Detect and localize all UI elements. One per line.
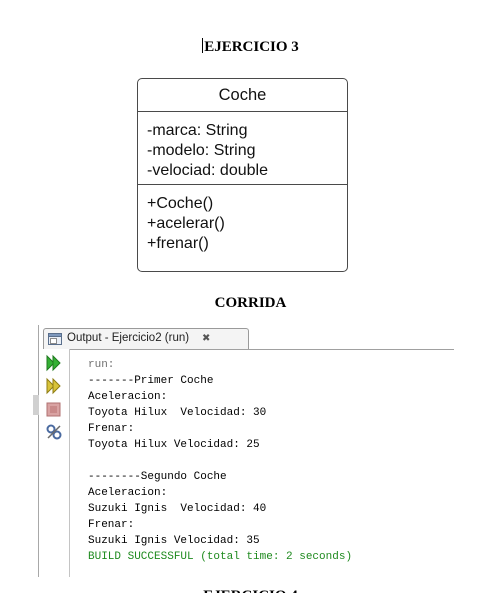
rerun-with-options-icon[interactable] (45, 377, 63, 395)
output-window-icon (48, 332, 63, 349)
output-panel: Output - Ejercicio2 (run) ✖ run: -------… (33, 325, 454, 577)
console-line: Frenar: (88, 423, 135, 435)
uml-method: +Coche() (147, 195, 214, 212)
uml-attribute: -marca: String (147, 122, 248, 139)
console-line: --------Segundo Coche (88, 471, 227, 483)
output-toolbar (39, 349, 70, 577)
exercise-heading: EJERCICIO 3 (0, 38, 501, 56)
uml-attribute: -velociad: double (147, 162, 268, 179)
console-line: Aceleracion: (88, 391, 168, 403)
console-line: Suzuki Ignis Velocidad: 40 (88, 503, 267, 515)
close-icon[interactable]: ✖ (202, 333, 210, 344)
stop-icon[interactable] (45, 400, 63, 418)
console-line: Suzuki Ignis Velocidad: 35 (88, 535, 260, 547)
uml-attributes-section: -marca: String -modelo: String -velociad… (138, 112, 347, 185)
tab-output[interactable]: Output - Ejercicio2 (run) ✖ (43, 328, 249, 349)
console-output[interactable]: run: -------Primer Coche Aceleracion: To… (88, 357, 352, 565)
run-heading: CORRIDA (214, 295, 287, 311)
next-exercise-heading: EJERCICIO 4 (0, 586, 501, 593)
rerun-icon[interactable] (45, 354, 63, 372)
tab-output-label: Output - Ejercicio2 (run) (67, 332, 190, 344)
build-status-line: BUILD SUCCESSFUL (total time: 2 seconds) (88, 551, 353, 563)
console-line: Frenar: (88, 519, 135, 531)
uml-methods-section: +Coche() +acelerar() +frenar() (138, 185, 347, 254)
console-line: -------Primer Coche (88, 375, 214, 387)
settings-icon[interactable] (45, 423, 63, 441)
console-line: Toyota Hilux Velocidad: 25 (88, 439, 260, 451)
console-line: run: (88, 359, 115, 371)
console-line: Aceleracion: (88, 487, 168, 499)
exercise-heading-text: EJERCICIO 3 (204, 39, 299, 55)
uml-class-box: Coche -marca: String -modelo: String -ve… (137, 78, 348, 272)
output-tab-bar: Output - Ejercicio2 (run) ✖ (39, 325, 454, 350)
uml-method: +frenar() (147, 235, 209, 252)
uml-class-name: Coche (138, 79, 347, 112)
uml-attribute: -modelo: String (147, 142, 256, 159)
console-line: Toyota Hilux Velocidad: 30 (88, 407, 267, 419)
uml-method: +acelerar() (147, 215, 225, 232)
